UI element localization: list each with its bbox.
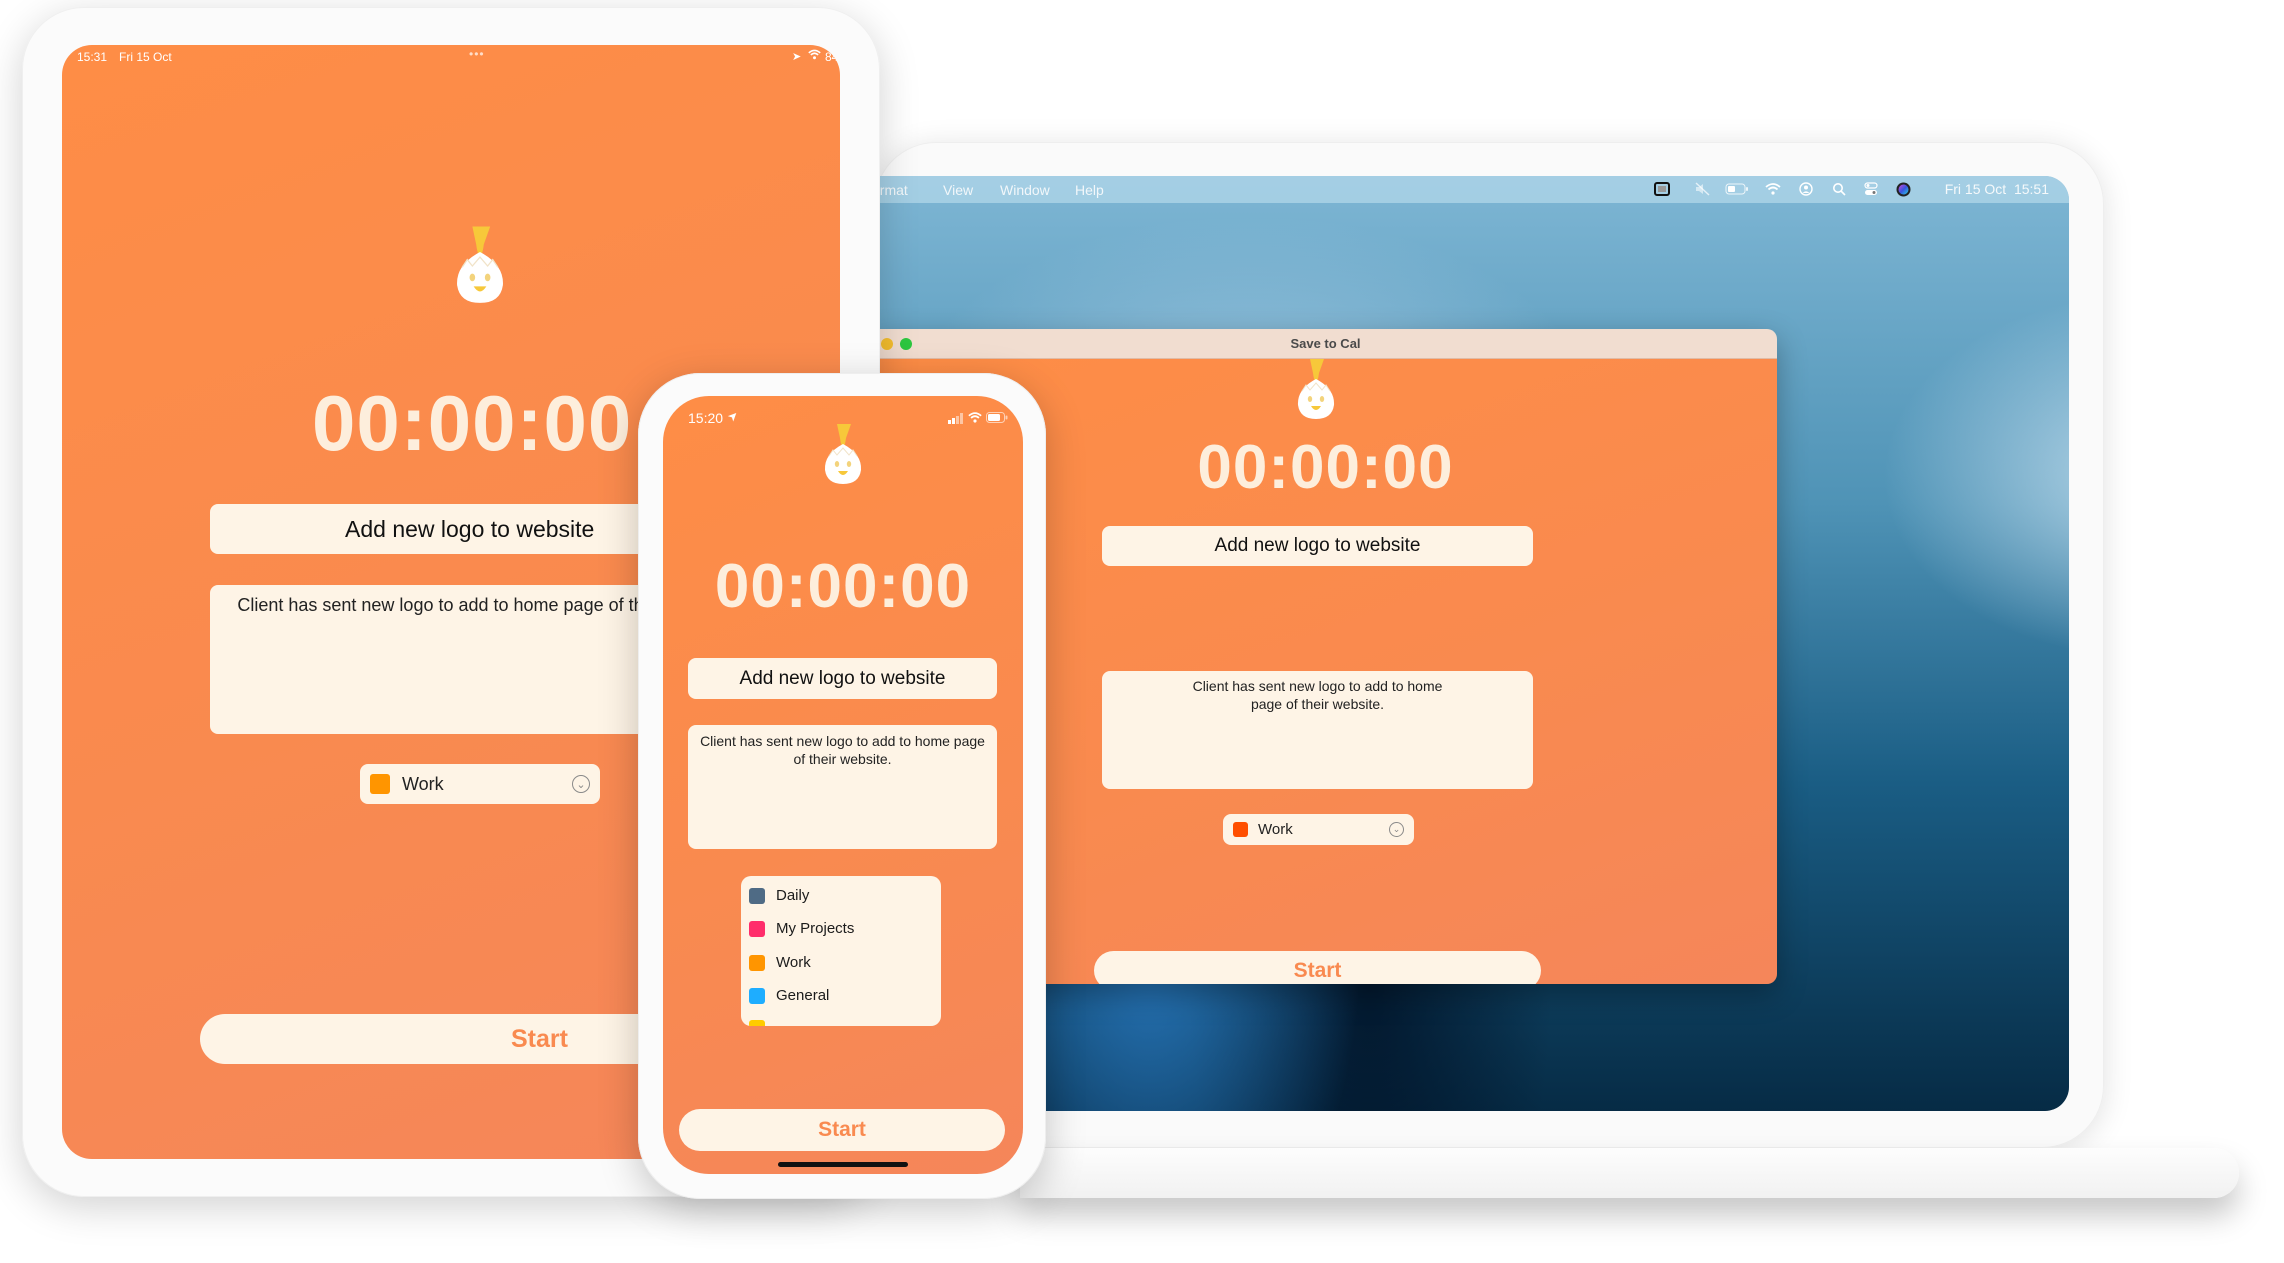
start-button[interactable]: Start	[679, 1109, 1005, 1151]
wifi-icon	[968, 410, 982, 428]
iphone-status-time: 15:20	[688, 410, 724, 426]
task-title-input[interactable]: Add new logo to website	[688, 658, 997, 699]
control-center-icon[interactable]	[1864, 180, 1878, 198]
home-indicator[interactable]	[778, 1162, 908, 1167]
calendar-option-general[interactable]: General	[749, 987, 829, 1004]
window-titlebar[interactable]: Save to Cal	[874, 329, 1777, 359]
calendar-color-swatch	[1233, 822, 1248, 837]
calendar-option-label: Work	[776, 954, 811, 971]
calendar-option-label: Daily	[776, 887, 810, 904]
iphone-screen: 15:20 ➤ 00:00:00 Add new logo to website…	[663, 396, 1023, 1174]
calendar-option-my-projects[interactable]: My Projects	[749, 920, 854, 937]
multitasking-dots-icon[interactable]: •••	[469, 47, 485, 61]
cellular-signal-icon	[948, 411, 964, 429]
calendar-color-swatch	[370, 774, 390, 794]
calendar-color-swatch	[749, 887, 765, 904]
calendar-color-swatch	[749, 1020, 765, 1026]
siri-icon[interactable]	[1896, 180, 1911, 198]
window-title: Save to Cal	[1290, 336, 1361, 351]
battery-icon[interactable]	[1725, 180, 1749, 198]
calendar-picker-label: Work	[1258, 821, 1293, 838]
chevron-down-icon: ⌄	[572, 775, 590, 793]
search-icon[interactable]	[1832, 180, 1846, 198]
wifi-icon	[808, 49, 821, 63]
calendar-color-swatch	[749, 920, 765, 937]
calendar-picker[interactable]: Work ⌄	[360, 764, 600, 804]
calendar-option-daily[interactable]: Daily	[749, 887, 809, 904]
display-icon[interactable]	[1654, 180, 1670, 198]
location-icon: ➤	[792, 51, 802, 63]
menu-help[interactable]: Help	[1075, 182, 1104, 198]
calendar-color-swatch	[749, 987, 765, 1004]
task-notes-input[interactable]: Client has sent new logo to add to home …	[688, 725, 997, 849]
menubar-clock[interactable]: Fri 15 Oct 15:51	[1945, 181, 2049, 197]
mac-menubar: ormat View Window Help Fri 15 Oct 15:51	[850, 176, 2069, 203]
egg-logo-icon	[1297, 359, 1335, 419]
calendar-picker-label: Work	[402, 773, 444, 794]
timer-display: 00:00:00	[714, 552, 972, 621]
calendar-option-label: My Projects	[776, 920, 855, 937]
ipad-status-date: Fri 15 Oct	[119, 50, 172, 64]
mute-icon[interactable]	[1694, 180, 1710, 198]
battery-icon	[986, 410, 1008, 428]
laptop-base	[1020, 1148, 2239, 1198]
task-notes-input[interactable]: Client has sent new logo to add to home …	[1102, 671, 1533, 789]
calendar-option-work[interactable]: Work	[749, 954, 811, 971]
wifi-icon[interactable]	[1765, 180, 1781, 198]
calendar-option-partial[interactable]	[749, 1020, 776, 1026]
menu-window[interactable]: Window	[1000, 182, 1050, 198]
calendar-color-swatch	[749, 954, 765, 971]
user-icon[interactable]	[1799, 180, 1813, 198]
location-icon: ➤	[724, 407, 742, 425]
calendar-picker[interactable]: Work ⌄	[1223, 814, 1414, 845]
egg-logo-icon	[824, 424, 862, 484]
calendar-option-label: General	[776, 987, 830, 1004]
chevron-down-icon: ⌄	[1389, 822, 1404, 837]
ipad-status-time: 15:31	[77, 50, 108, 64]
menu-view[interactable]: View	[943, 182, 973, 198]
egg-logo-icon	[457, 226, 503, 303]
calendar-dropdown-list: Daily My Projects Work General	[741, 876, 941, 1026]
start-button[interactable]: Start	[1094, 951, 1541, 984]
task-title-input[interactable]: Add new logo to website	[1102, 526, 1533, 566]
battery-percent: 84	[825, 50, 839, 64]
